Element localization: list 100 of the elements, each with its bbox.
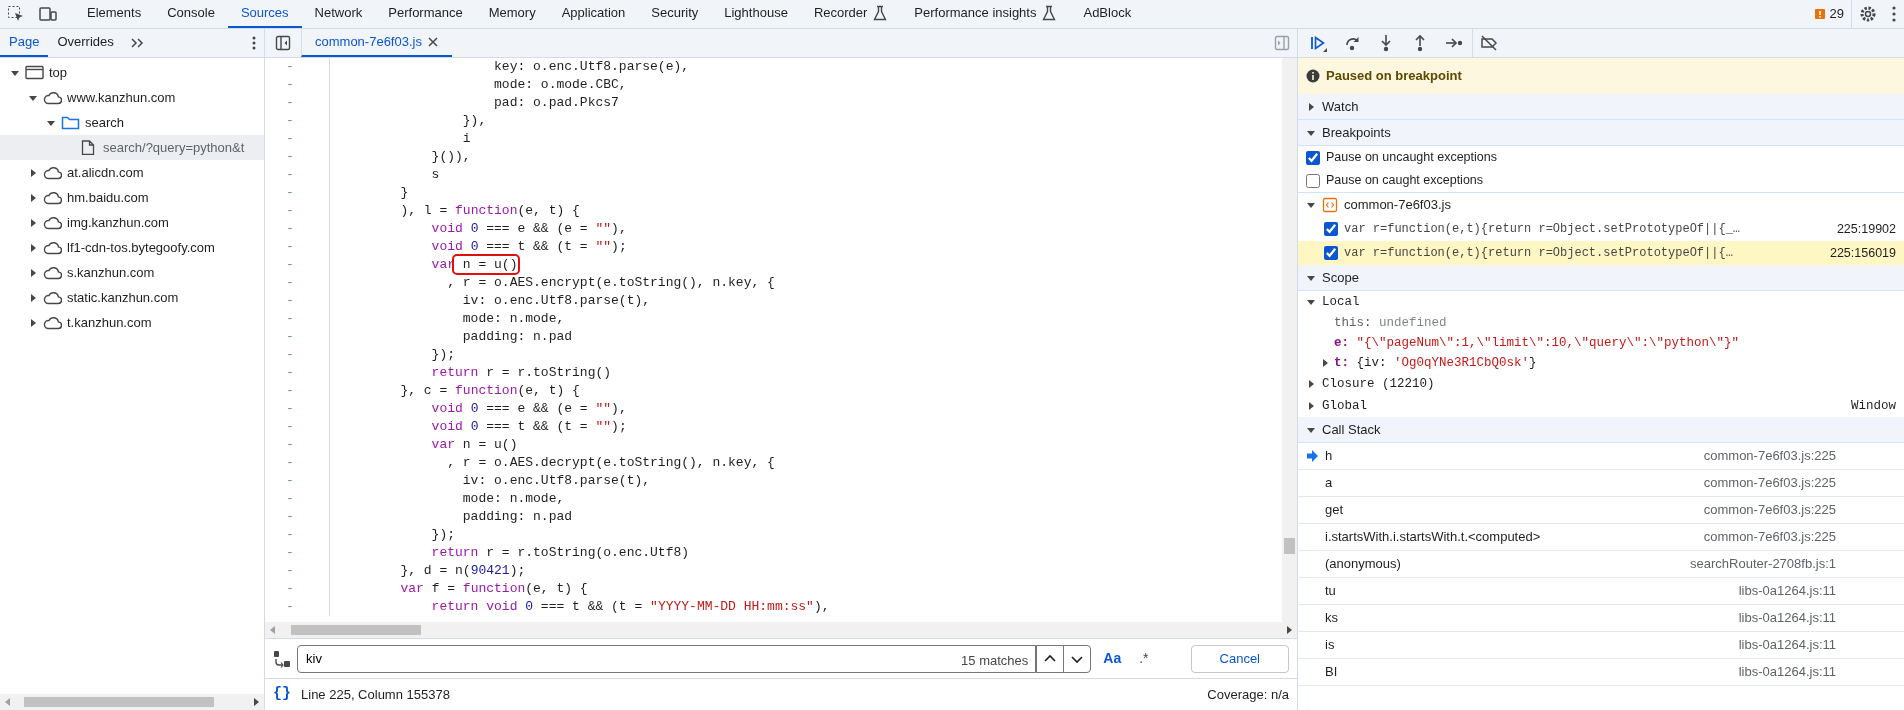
- call-frame[interactable]: tu libs-0a1264.js:11: [1298, 578, 1904, 605]
- tree-item[interactable]: search/?query=python&t: [0, 135, 264, 160]
- section-header[interactable]: Breakpoints: [1298, 120, 1904, 146]
- navigator-tab[interactable]: Page: [0, 29, 49, 57]
- panel-tab[interactable]: Application: [548, 0, 639, 28]
- vertical-scrollbar[interactable]: [1282, 58, 1297, 622]
- panel-tab[interactable]: Performance: [375, 0, 476, 28]
- frame-location: common-7e6f03.js:225: [1703, 474, 1837, 493]
- frame-name: a: [1325, 474, 1333, 493]
- call-frame[interactable]: is libs-0a1264.js:11: [1298, 632, 1904, 659]
- collapsed-triangle-icon[interactable]: [1306, 401, 1316, 411]
- call-frame[interactable]: i.startsWith.i.startsWith.t.<computed> common-7e6f03.js:225: [1298, 524, 1904, 551]
- toggle-debugger-icon[interactable]: [1274, 35, 1290, 51]
- device-toggle-icon[interactable]: [39, 5, 57, 23]
- code-line: var n = u(): [430, 436, 518, 454]
- issues-button[interactable]: 29: [1806, 0, 1851, 28]
- checkbox[interactable]: [1306, 173, 1320, 188]
- navigator-tab[interactable]: Overrides: [48, 29, 123, 57]
- tree-item[interactable]: search: [0, 110, 264, 135]
- deactivate-breakpoints-icon[interactable]: [1480, 34, 1498, 52]
- next-match-button[interactable]: [1063, 644, 1092, 673]
- cloud-icon: [43, 290, 62, 305]
- tree-item[interactable]: www.kanzhun.com: [0, 85, 264, 110]
- pretty-print-button[interactable]: {}: [273, 683, 291, 706]
- panel-tab[interactable]: Security: [638, 0, 712, 28]
- panel-tab[interactable]: Performance insights: [901, 0, 1071, 28]
- collapsed-triangle-icon[interactable]: [28, 242, 38, 253]
- panel-tab[interactable]: Lighthouse: [711, 0, 801, 28]
- collapsed-triangle-icon[interactable]: [28, 167, 38, 178]
- more-tabs-icon[interactable]: [129, 36, 144, 50]
- call-frame[interactable]: (anonymous) searchRouter-2708fb.js:1: [1298, 551, 1904, 578]
- horizontal-scrollbar[interactable]: [265, 622, 1297, 638]
- tree-item[interactable]: s.kanzhun.com: [0, 260, 264, 285]
- tree-item-label: search: [85, 113, 125, 132]
- resume-icon[interactable]: [1309, 34, 1327, 52]
- step-over-icon[interactable]: [1343, 34, 1361, 52]
- panel-tab[interactable]: Recorder: [800, 0, 902, 28]
- section-header[interactable]: Watch: [1298, 94, 1904, 120]
- more-icon[interactable]: [251, 35, 257, 51]
- cancel-button[interactable]: Cancel: [1190, 644, 1289, 673]
- collapsed-triangle-icon[interactable]: [28, 317, 38, 328]
- call-frame[interactable]: get common-7e6f03.js:225: [1298, 497, 1904, 524]
- close-icon[interactable]: [426, 36, 439, 48]
- tree-item-label: www.kanzhun.com: [67, 88, 176, 107]
- frame-name: tu: [1325, 582, 1336, 601]
- file-tab[interactable]: common-7e6f03.js: [301, 29, 452, 57]
- frame-location: libs-0a1264.js:11: [1738, 663, 1837, 682]
- panel-tab[interactable]: Elements: [74, 0, 155, 28]
- tree-item[interactable]: static.kanzhun.com: [0, 285, 264, 310]
- tree-item[interactable]: top: [0, 60, 264, 85]
- panel-tab[interactable]: Console: [154, 0, 228, 28]
- checkbox[interactable]: [1324, 222, 1338, 236]
- section-header[interactable]: Scope: [1298, 265, 1904, 291]
- collapsed-triangle-icon[interactable]: [28, 267, 38, 278]
- panel-tab[interactable]: Network: [301, 0, 376, 28]
- coverage-status: Coverage: n/a: [1207, 685, 1289, 704]
- tree-item[interactable]: t.kanzhun.com: [0, 310, 264, 335]
- checkbox[interactable]: [1324, 246, 1338, 260]
- breakpoint-file-name: common-7e6f03.js: [1344, 196, 1451, 215]
- regex-button[interactable]: .*: [1133, 648, 1155, 669]
- inspect-icon[interactable]: [7, 5, 25, 23]
- frame-name: (anonymous): [1325, 555, 1401, 574]
- previous-match-button[interactable]: [1036, 644, 1065, 673]
- code-line: padding: n.pad: [461, 508, 573, 526]
- scroll-right-icon[interactable]: [252, 697, 260, 707]
- section-header[interactable]: Call Stack: [1298, 417, 1904, 443]
- call-frame[interactable]: BI libs-0a1264.js:11: [1298, 659, 1904, 686]
- call-frame[interactable]: a common-7e6f03.js:225: [1298, 470, 1904, 497]
- tree-item[interactable]: img.kanzhun.com: [0, 210, 264, 235]
- breakpoint-item[interactable]: var r=function(e,t){return r=Object.setPrototypeOf||{… 225:156019: [1298, 241, 1904, 265]
- script-file-icon: [1322, 197, 1338, 213]
- tree-item[interactable]: lf1-cdn-tos.bytegoofy.com: [0, 235, 264, 260]
- toggle-navigator-icon[interactable]: [275, 35, 291, 51]
- code-line: mode: o.mode.CBC,: [493, 76, 627, 94]
- call-frame[interactable]: ks libs-0a1264.js:11: [1298, 605, 1904, 632]
- collapsed-triangle-icon[interactable]: [28, 192, 38, 203]
- settings-icon[interactable]: [1859, 5, 1877, 23]
- collapsed-triangle-icon[interactable]: [1306, 379, 1316, 389]
- replace-toggle-icon[interactable]: [273, 649, 291, 668]
- panel-tab[interactable]: AdBlock: [1070, 0, 1145, 28]
- frame-name: h: [1325, 447, 1333, 466]
- call-frame[interactable]: h common-7e6f03.js:225: [1298, 443, 1904, 470]
- more-icon[interactable]: [1891, 5, 1897, 23]
- breakpoint-item[interactable]: var r=function(e,t){return r=Object.setPrototypeOf||{_… 225:19902: [1298, 217, 1904, 241]
- code-line: , r = o.AES.encrypt(e.toString(), n.key, {: [446, 274, 775, 292]
- code-line: }()),: [430, 148, 471, 166]
- expanded-triangle-icon[interactable]: [1306, 200, 1316, 210]
- collapsed-triangle-icon[interactable]: [28, 217, 38, 228]
- panel-tab[interactable]: Memory: [475, 0, 549, 28]
- collapsed-triangle-icon[interactable]: [28, 292, 38, 303]
- code-line: });: [430, 346, 456, 364]
- collapsed-triangle-icon[interactable]: [1306, 101, 1316, 112]
- tree-item[interactable]: at.alicdn.com: [0, 160, 264, 185]
- collapsed-triangle-icon[interactable]: [1320, 358, 1330, 368]
- expanded-triangle-icon[interactable]: [1306, 297, 1316, 307]
- match-case-button[interactable]: Aa: [1097, 648, 1128, 669]
- scroll-right-icon[interactable]: [1285, 625, 1293, 635]
- tree-item[interactable]: hm.baidu.com: [0, 185, 264, 210]
- checkbox[interactable]: [1306, 150, 1320, 165]
- horizontal-scrollbar[interactable]: [0, 694, 264, 710]
